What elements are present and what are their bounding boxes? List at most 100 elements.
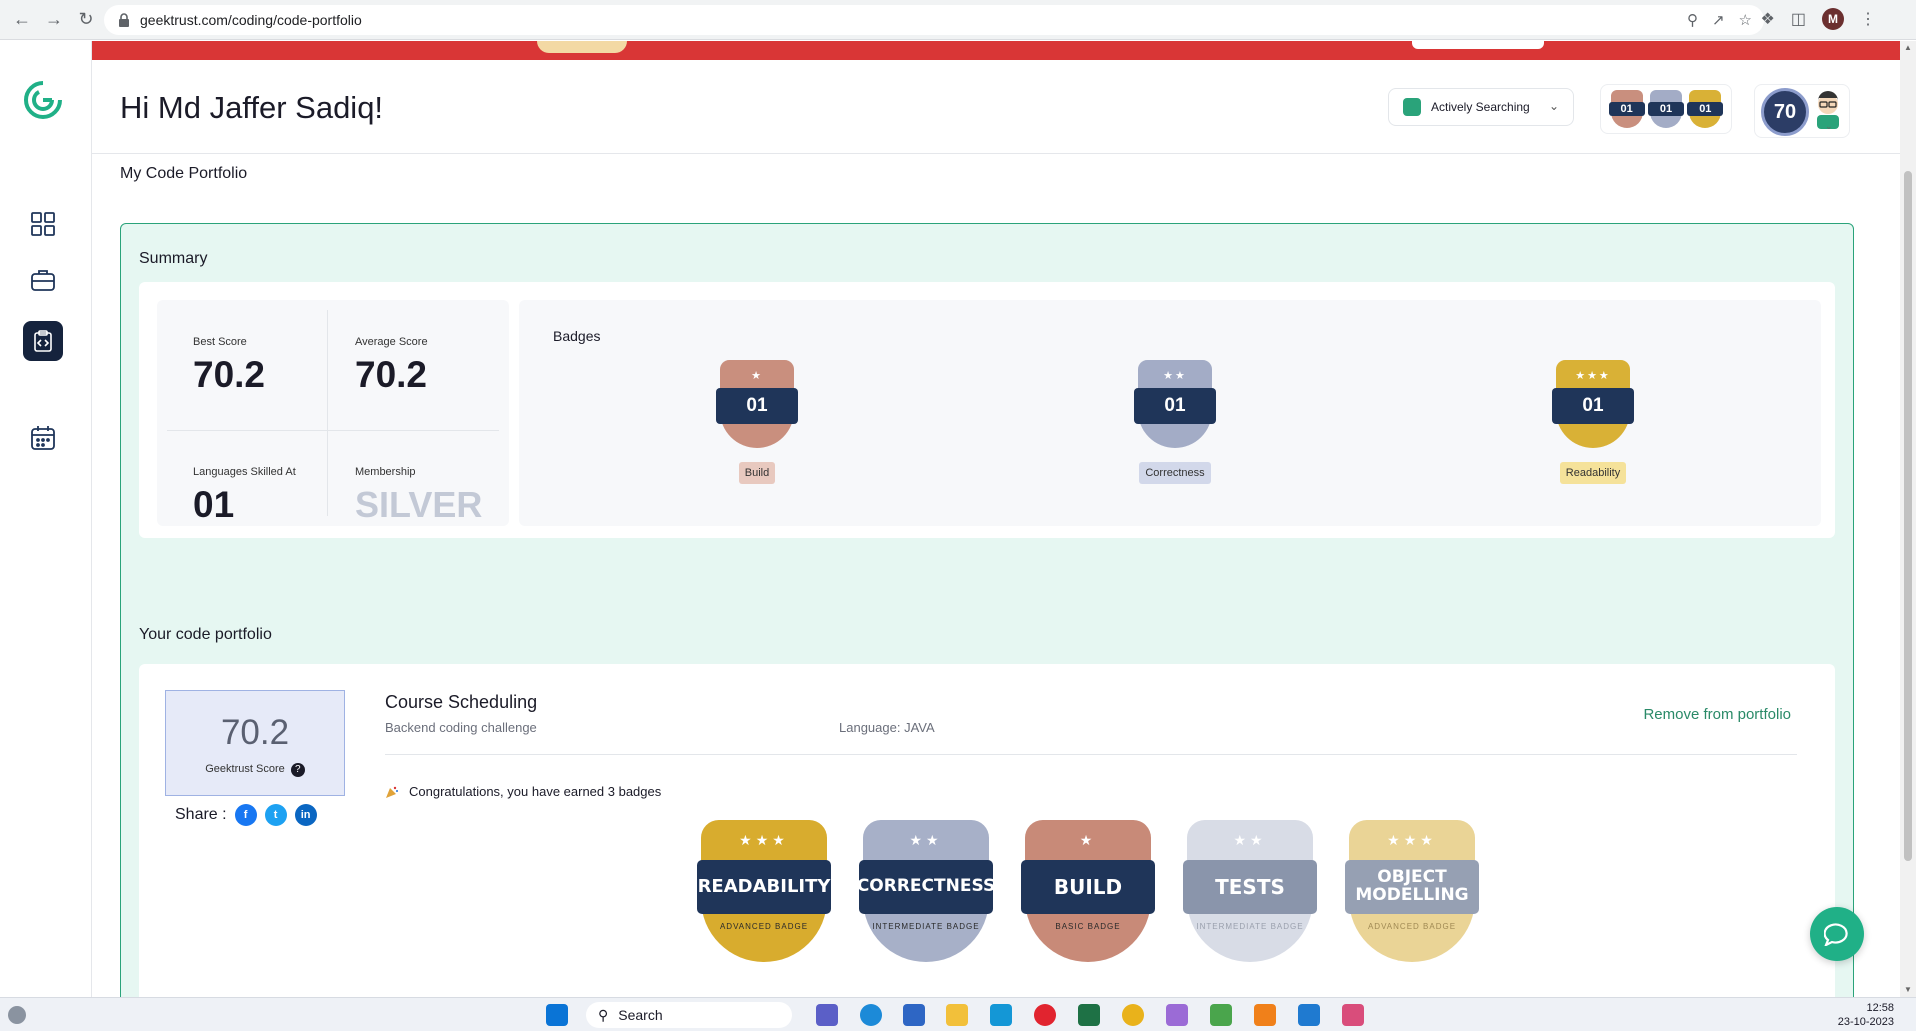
build-badge-icon: ★ BUILD BASIC BADGE [1021,820,1155,962]
scroll-up-icon[interactable]: ▲ [1904,43,1912,52]
correctness-shield-icon: ★★ 01 [1134,360,1216,448]
extensions-icon[interactable]: ❖ [1761,9,1775,29]
vscode-icon[interactable] [1298,1004,1320,1026]
store-icon[interactable] [903,1004,925,1026]
earned-badges: ★★★ READABILITY ADVANCED BADGE ★★ CORREC… [697,820,1479,962]
page-title: My Code Portfolio [120,165,248,182]
divider [167,430,499,431]
opera-icon[interactable] [1034,1004,1056,1026]
scrollbar[interactable]: ▲ ▼ [1900,41,1916,997]
address-bar[interactable]: geektrust.com/coding/code-portfolio ⚲ ↗ … [104,5,1764,35]
twitter-icon[interactable]: t [264,804,287,826]
project-title[interactable]: Course Scheduling [385,692,537,713]
edge-icon[interactable] [860,1004,882,1026]
congrats-text: Congratulations, you have earned 3 badge… [409,784,662,799]
build-shield-icon: ★ 01 [716,360,798,448]
languages-label: Languages Skilled At [193,466,296,478]
membership-stat: Membership SILVER [355,466,515,576]
share-label: Share : [175,806,227,823]
readability-badge-icon: 01 [1687,90,1724,128]
membership-label: Membership [355,466,416,478]
build-badge-icon: 01 [1608,90,1645,128]
membership-value: SILVER [355,484,483,525]
readability-badge[interactable]: ★★★ 01 Readability [1533,360,1653,484]
badge-level: INTERMEDIATE BADGE [872,922,980,931]
forward-icon[interactable]: → [40,6,68,34]
summary-title: Summary [139,250,208,267]
correctness-badge-label: Correctness [1139,462,1211,484]
share-icon[interactable]: ↗ [1712,11,1725,29]
project-card: 70.2 Geektrust Score? Share : f t in Cou… [139,664,1835,997]
user-menu[interactable]: 70 ⌄ [1754,84,1850,138]
dashboard-icon[interactable] [26,207,60,241]
your-portfolio-title: Your code portfolio [139,626,272,643]
job-status-label: Actively Searching [1431,100,1530,114]
share-row: Share : f t in [175,804,317,826]
snipping-tool-icon[interactable] [1342,1004,1364,1026]
teams-icon[interactable] [816,1004,838,1026]
job-status-dropdown[interactable]: Actively Searching ⌄ [1388,88,1574,126]
app-lock-icon[interactable] [1254,1004,1276,1026]
readability-badge-icon: ★★★ READABILITY ADVANCED BADGE [697,820,831,962]
promo-banner [92,41,1900,60]
file-explorer-icon[interactable] [946,1004,968,1026]
system-clock[interactable]: 12:58 23-10-2023 [1838,1001,1894,1029]
app-l-icon[interactable] [990,1004,1012,1026]
chat-support-button[interactable] [1810,907,1864,961]
correctness-badge[interactable]: ★★ 01 Correctness [1115,360,1235,484]
weather-icon[interactable] [8,1006,26,1024]
banner-button[interactable] [1412,41,1544,49]
badges-card: Badges ★ 01 Build ★★ 01 Correctness ★★★ … [519,300,1821,526]
correctness-badge-icon: 01 [1647,90,1684,128]
project-score: 70.2 [220,713,290,752]
geektrust-score-box: 70.2 Geektrust Score? [165,690,345,796]
badge-name: CORRECTNESS [857,860,995,914]
tests-badge-icon: ★★ TESTS INTERMEDIATE BADGE [1183,820,1317,962]
sidebar [0,41,92,997]
menu-icon[interactable]: ⋮ [1860,9,1876,29]
remove-from-portfolio-link[interactable]: Remove from portfolio [1643,706,1791,723]
jobs-briefcase-icon[interactable] [26,263,60,297]
congrats-message: Congratulations, you have earned 3 badge… [385,784,661,799]
languages-value: 01 [193,484,235,525]
notepad-icon[interactable] [1210,1004,1232,1026]
app-icon[interactable] [1166,1004,1188,1026]
profile-avatar[interactable]: M [1822,8,1844,30]
header-badges[interactable]: 01 01 01 [1600,84,1732,134]
windows-start-icon[interactable] [546,1004,568,1026]
clock-time: 12:58 [1866,1002,1894,1014]
badge-level: INTERMEDIATE BADGE [1196,922,1304,931]
scroll-down-icon[interactable]: ▼ [1904,985,1912,994]
build-badge[interactable]: ★ 01 Build [697,360,817,484]
facebook-icon[interactable]: f [234,804,257,826]
score-caption: Geektrust Score? [166,763,344,777]
zoom-icon[interactable]: ⚲ [1687,11,1698,29]
chrome-icon[interactable] [1122,1004,1144,1026]
scrollbar-thumb[interactable] [1904,171,1912,861]
taskbar-search[interactable]: ⚲ Search [586,1002,792,1028]
badge-level: ADVANCED BADGE [719,922,809,931]
bookmark-star-icon[interactable]: ☆ [1739,11,1752,29]
best-score-value: 70.2 [193,354,266,395]
help-icon[interactable]: ? [290,763,305,777]
badge-name: BUILD [1021,860,1155,914]
excel-icon[interactable] [1078,1004,1100,1026]
project-type: Backend coding challenge [385,720,537,735]
banner-illustration [537,41,627,53]
reload-icon[interactable]: ↻ [72,6,100,34]
divider [385,754,1797,755]
readability-shield-icon: ★★★ 01 [1552,360,1634,448]
calendar-icon[interactable] [26,421,60,455]
taskbar-search-label: Search [618,1007,663,1023]
object-modelling-badge-icon: ★★★ OBJECT MODELLING ADVANCED BADGE [1345,820,1479,962]
party-popper-icon [385,785,399,799]
search-icon: ⚲ [598,1006,609,1023]
badge-name: OBJECT MODELLING [1345,860,1479,914]
languages-stat: Languages Skilled At 01 [193,466,353,576]
linkedin-icon[interactable]: in [294,804,317,826]
code-portfolio-icon[interactable] [23,321,63,361]
side-panel-icon[interactable]: ◫ [1791,9,1806,29]
back-icon[interactable]: ← [8,6,36,34]
geektrust-logo-icon[interactable] [22,79,64,121]
windows-taskbar: ⚲ Search 12:58 23-10-2023 [0,997,1916,1031]
